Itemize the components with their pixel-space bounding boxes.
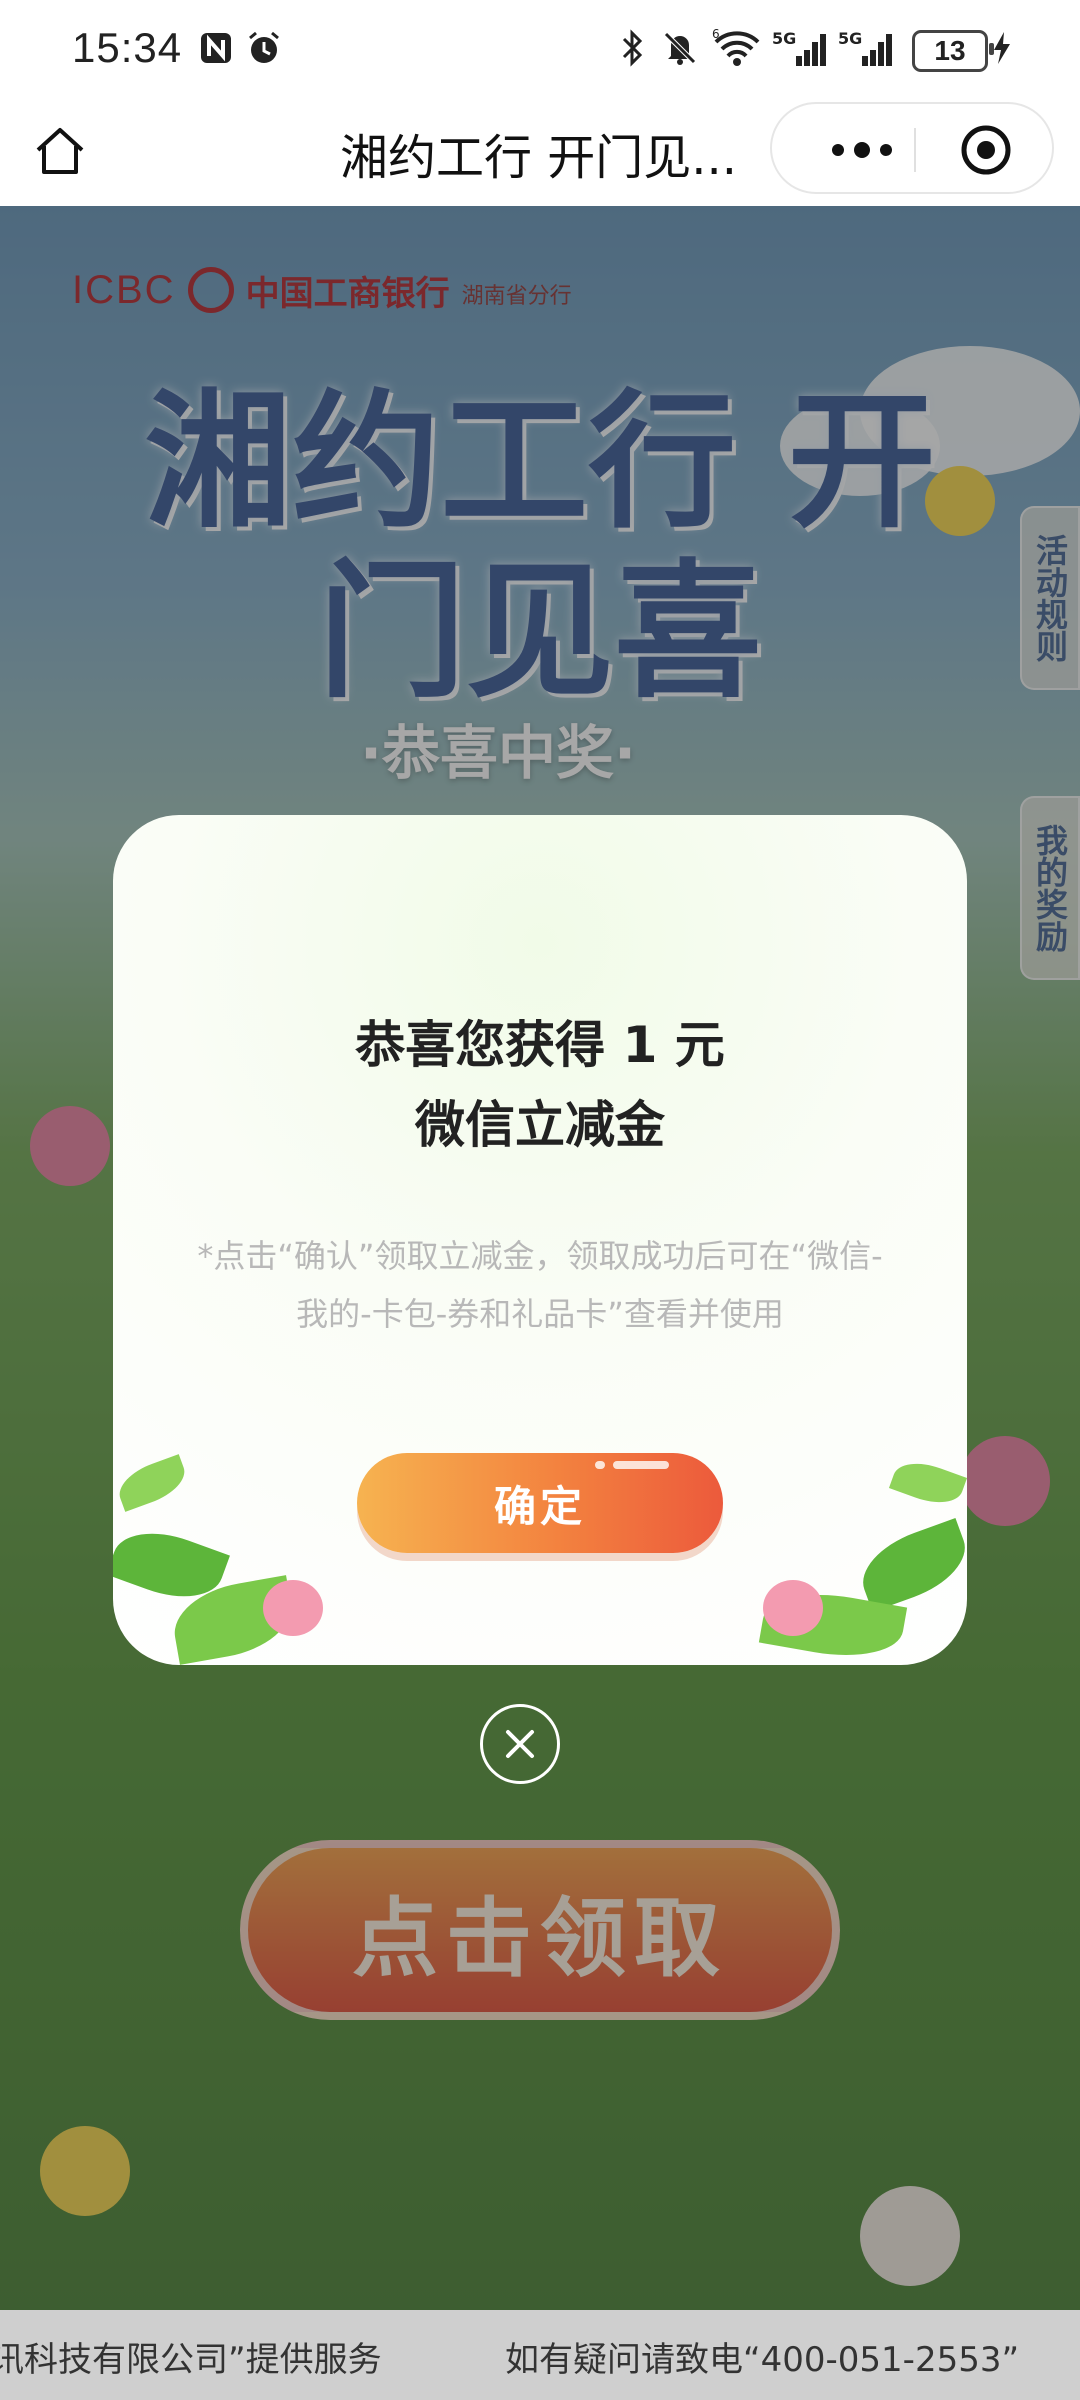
more-button[interactable]: [812, 126, 912, 174]
status-time: 15:34: [72, 24, 183, 71]
capsule-menu: [770, 102, 1054, 194]
confirm-label: 确定: [493, 1481, 586, 1531]
flower-decoration: [763, 1580, 823, 1636]
battery-indicator: 13: [912, 30, 994, 72]
alarm-icon: [244, 26, 284, 70]
confirm-button[interactable]: 确定: [357, 1453, 723, 1553]
charging-icon: [990, 26, 1014, 70]
footer-bar: 讯科技有限公司”提供服务 如有疑问请致电“400-051-2553”: [0, 2310, 1080, 2400]
target-icon: [961, 125, 1011, 175]
mini-program-titlebar: 湘约工行 开门见...: [0, 100, 1080, 206]
hotline-text: 如有疑问请致电“400-051-2553”: [505, 2340, 1020, 2380]
modal-close-button[interactable]: [480, 1704, 560, 1784]
signal-5g-icon: 5G: [772, 26, 832, 70]
svg-text:5G: 5G: [838, 29, 862, 48]
prize-title: 恭喜您获得 1 元: [355, 1016, 725, 1074]
leaf-decoration: [888, 1454, 967, 1512]
service-provider-text: 讯科技有限公司”提供服务: [0, 2340, 382, 2380]
button-shine: [613, 1461, 669, 1469]
svg-text:5G: 5G: [772, 29, 796, 48]
button-shine: [595, 1461, 605, 1469]
prize-type: 微信立减金: [415, 1096, 665, 1154]
prize-modal: 恭喜您获得 1 元 微信立减金 *点击“确认”领取立减金，领取成功后可在“微信-…: [113, 815, 967, 1665]
wifi-icon: 6: [708, 26, 766, 70]
prize-instructions: *点击“确认”领取立减金，领取成功后可在“微信-我的-卡包-券和礼品卡”查看并使…: [197, 1237, 883, 1333]
leaf-decoration: [113, 1454, 192, 1512]
leaf-decoration: [852, 1517, 967, 1613]
home-button[interactable]: [28, 120, 92, 184]
close-program-button[interactable]: [958, 122, 1014, 178]
close-icon: [506, 1730, 534, 1758]
svg-text:6: 6: [712, 28, 720, 41]
mute-icon: [660, 26, 700, 70]
more-dot-icon: [854, 142, 870, 158]
nfc-icon: [196, 26, 236, 70]
capsule-divider: [914, 128, 916, 172]
more-dot-icon: [832, 144, 844, 156]
signal-5g-icon: 5G: [838, 26, 898, 70]
bluetooth-icon: [618, 26, 648, 70]
status-bar: 15:34 6 5G 5G 13: [0, 0, 1080, 100]
home-icon: [36, 128, 84, 174]
flower-decoration: [263, 1580, 323, 1636]
more-dot-icon: [880, 144, 892, 156]
page-title: 湘约工行 开门见...: [340, 130, 738, 186]
